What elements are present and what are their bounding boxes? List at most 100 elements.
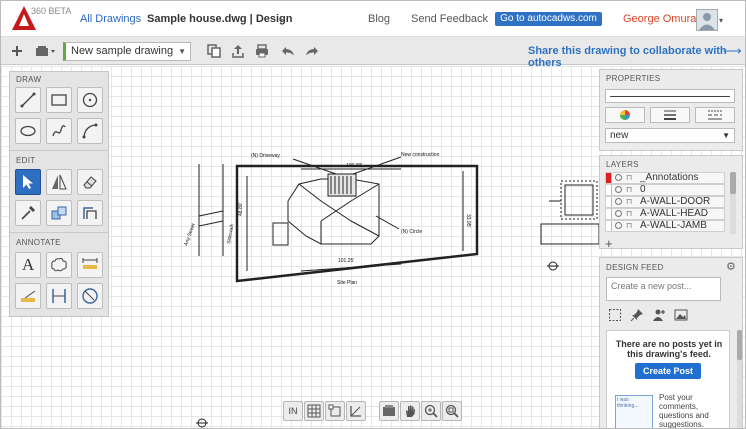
freehand-icon (52, 125, 66, 137)
sidewalk-label: Sidewalk (226, 223, 235, 244)
layer-row[interactable]: ⊓ _Annotations (605, 172, 725, 184)
lock-icon[interactable]: ⊓ (626, 173, 632, 183)
image-icon[interactable] (674, 308, 688, 322)
linear-dimension-tool-button[interactable] (77, 252, 103, 278)
canvas-bottom-toolbar: IN (283, 399, 465, 423)
goto-autocadws-button[interactable]: Go to autocadws.com (495, 12, 602, 26)
offset-icon (83, 207, 97, 219)
lock-icon[interactable]: ⊓ (626, 221, 632, 231)
layer-select[interactable]: new ▼ (605, 128, 735, 143)
create-post-button[interactable]: Create Post (635, 363, 701, 379)
feed-scrollbar[interactable] (737, 330, 742, 428)
layer-color-swatch[interactable] (606, 173, 612, 183)
send-feedback-link[interactable]: Send Feedback (411, 13, 488, 25)
new-post-input[interactable]: Create a new post... (606, 277, 721, 301)
redo-icon[interactable] (304, 43, 320, 59)
layer-name: A-WALL-HEAD (640, 208, 708, 219)
visibility-bulb-icon[interactable] (615, 174, 622, 181)
layer-color-swatch[interactable] (606, 209, 612, 219)
arc-tool-button[interactable] (77, 118, 103, 144)
add-user-icon[interactable] (652, 308, 666, 322)
lineweight-preview[interactable] (605, 89, 735, 103)
visibility-bulb-icon[interactable] (615, 222, 622, 229)
cloud-icon (51, 257, 67, 272)
offset-tool-button[interactable] (77, 200, 103, 226)
layer-row[interactable]: ⊓ A-WALL-JAMB (605, 220, 725, 232)
object-snap-button[interactable] (325, 401, 345, 421)
print-icon[interactable] (254, 43, 270, 59)
pan-button[interactable] (400, 401, 420, 421)
layout-icon[interactable] (35, 43, 55, 59)
layer-row[interactable]: ⊓ A-WALL-DOOR (605, 196, 725, 208)
add-layer-button[interactable]: + (605, 236, 613, 251)
lock-icon[interactable]: ⊓ (626, 197, 632, 207)
visibility-bulb-icon[interactable] (615, 198, 622, 205)
user-name-link[interactable]: George Omura (623, 13, 696, 25)
top-dimension-label: 100.00' (346, 163, 362, 169)
avatar-caret-icon[interactable]: ▾ (719, 16, 723, 25)
layer-color-swatch[interactable] (606, 221, 612, 231)
copy-icon[interactable] (206, 43, 222, 59)
grid-toggle-button[interactable] (304, 401, 324, 421)
drawing-title[interactable]: Sample house.dwg | Design (147, 13, 293, 25)
lineweight-button[interactable] (650, 107, 690, 123)
gear-icon[interactable]: ⚙ (726, 260, 736, 273)
nav-all-drawings[interactable]: All Drawings (80, 13, 141, 25)
zoom-in-button[interactable] (421, 401, 441, 421)
color-wheel-icon (620, 110, 630, 120)
empty-feed-card: There are no posts yet in this drawing's… (606, 330, 730, 428)
angle-dimension-icon (20, 290, 36, 302)
mirror-tool-button[interactable] (46, 169, 72, 195)
angular-dimension-tool-button[interactable] (15, 283, 41, 309)
layout-view-button[interactable] (379, 401, 399, 421)
cloud-tool-button[interactable] (46, 252, 72, 278)
layers-scrollbar[interactable] (730, 172, 736, 234)
plus-icon[interactable] (9, 43, 25, 59)
share-arrow-icon[interactable]: ⟶ (723, 43, 742, 59)
layer-row[interactable]: ⊓ A-WALL-HEAD (605, 208, 725, 220)
visibility-bulb-icon[interactable] (615, 210, 622, 217)
select-tool-button[interactable] (15, 169, 41, 195)
linetype-button[interactable] (695, 107, 735, 123)
lock-icon[interactable]: ⊓ (626, 185, 632, 195)
color-picker-button[interactable] (605, 107, 645, 123)
layer-color-swatch[interactable] (606, 185, 612, 195)
eyedropper-tool-button[interactable] (15, 200, 41, 226)
line-icon (20, 92, 36, 108)
ellipse-tool-button[interactable] (15, 118, 41, 144)
radius-icon (82, 288, 98, 304)
upload-icon[interactable] (230, 43, 246, 59)
ortho-mode-button[interactable] (346, 401, 366, 421)
blog-link[interactable]: Blog (368, 13, 390, 25)
layers-title: LAYERS (606, 160, 639, 169)
text-tool-button[interactable]: A (15, 252, 41, 278)
scrollbar-thumb[interactable] (737, 330, 742, 360)
rectangle-tool-button[interactable] (46, 87, 72, 113)
line-tool-button[interactable] (15, 87, 41, 113)
vertical-dimension-tool-button[interactable] (46, 283, 72, 309)
scrollbar-thumb[interactable] (730, 172, 736, 194)
avatar[interactable] (696, 9, 718, 31)
vertical-dimension-icon (52, 289, 66, 303)
pin-icon[interactable] (630, 308, 644, 322)
street-label: Any Street (183, 222, 197, 247)
eyedropper-icon (21, 206, 35, 220)
layer-color-swatch[interactable] (606, 197, 612, 207)
visibility-bulb-icon[interactable] (615, 186, 622, 193)
lock-icon[interactable]: ⊓ (626, 209, 632, 219)
right-dimension-label: 33.95' (465, 214, 471, 228)
erase-tool-button[interactable] (77, 169, 103, 195)
dimension-icon (82, 258, 98, 269)
snap-in-button[interactable]: IN (283, 401, 303, 421)
freehand-tool-button[interactable] (46, 118, 72, 144)
copy-objects-tool-button[interactable] (46, 200, 72, 226)
region-select-icon[interactable] (608, 308, 622, 322)
drawing-select[interactable]: New sample drawing ▼ (63, 42, 191, 61)
radius-dimension-tool-button[interactable] (77, 283, 103, 309)
circle-tool-button[interactable] (77, 87, 103, 113)
layer-row[interactable]: ⊓ 0 (605, 184, 725, 196)
title-caret-icon[interactable]: ▾ (279, 16, 283, 25)
undo-icon[interactable] (280, 43, 296, 59)
zoom-extents-button[interactable] (442, 401, 462, 421)
arc-icon (82, 123, 98, 139)
